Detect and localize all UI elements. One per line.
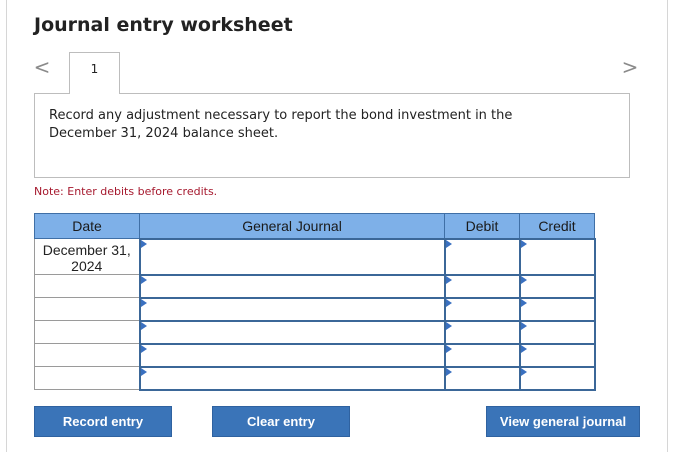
- debit-input[interactable]: [443, 273, 521, 299]
- credit-input[interactable]: [518, 296, 596, 322]
- date-cell[interactable]: December 31, 2024: [34, 238, 140, 275]
- dropdown-arrow-icon: [445, 298, 452, 307]
- dropdown-arrow-icon: [520, 275, 527, 284]
- debit-input[interactable]: [443, 319, 521, 345]
- table-row: [34, 319, 596, 345]
- account-input[interactable]: [138, 296, 446, 322]
- date-text: December 31, 2024: [42, 242, 131, 274]
- dropdown-arrow-icon: [445, 275, 452, 284]
- header-credit: Credit: [519, 213, 595, 239]
- dropdown-arrow-icon: [140, 367, 147, 376]
- date-cell[interactable]: [34, 343, 140, 367]
- table-row: [34, 365, 596, 391]
- header-debit: Debit: [444, 213, 520, 239]
- debit-input[interactable]: [443, 296, 521, 322]
- next-arrow-icon[interactable]: >: [620, 56, 640, 78]
- account-input[interactable]: [138, 319, 446, 345]
- debit-input[interactable]: [443, 342, 521, 368]
- page-title: Journal entry worksheet: [34, 14, 293, 36]
- journal-table: Date General Journal Debit Credit Decemb…: [34, 213, 596, 391]
- dropdown-arrow-icon: [140, 239, 147, 248]
- credit-input[interactable]: [518, 237, 596, 276]
- debit-input[interactable]: [443, 365, 521, 391]
- credit-input[interactable]: [518, 342, 596, 368]
- dropdown-arrow-icon: [445, 344, 452, 353]
- dropdown-arrow-icon: [520, 239, 527, 248]
- dropdown-arrow-icon: [520, 298, 527, 307]
- dropdown-arrow-icon: [140, 321, 147, 330]
- clear-entry-button[interactable]: Clear entry: [212, 406, 350, 437]
- date-cell[interactable]: [34, 274, 140, 298]
- dropdown-arrow-icon: [445, 321, 452, 330]
- date-cell[interactable]: [34, 297, 140, 321]
- date-cell[interactable]: [34, 366, 140, 390]
- dropdown-arrow-icon: [140, 275, 147, 284]
- note-text: Note: Enter debits before credits.: [34, 185, 218, 198]
- header-date: Date: [34, 213, 140, 239]
- dropdown-arrow-icon: [520, 367, 527, 376]
- tab-1[interactable]: 1: [69, 52, 120, 94]
- date-cell[interactable]: [34, 320, 140, 344]
- view-general-journal-button[interactable]: View general journal: [486, 406, 640, 437]
- table-row: December 31, 2024: [34, 237, 596, 276]
- table-row: [34, 342, 596, 368]
- dropdown-arrow-icon: [520, 344, 527, 353]
- credit-input[interactable]: [518, 319, 596, 345]
- dropdown-arrow-icon: [445, 239, 452, 248]
- previous-arrow-icon[interactable]: <: [32, 56, 52, 78]
- record-entry-button[interactable]: Record entry: [34, 406, 172, 437]
- account-input[interactable]: [138, 273, 446, 299]
- table-row: [34, 296, 596, 322]
- dropdown-arrow-icon: [520, 321, 527, 330]
- dropdown-arrow-icon: [140, 298, 147, 307]
- prompt-text: Record any adjustment necessary to repor…: [49, 108, 513, 141]
- dropdown-arrow-icon: [445, 367, 452, 376]
- table-header-row: Date General Journal Debit Credit: [34, 213, 595, 239]
- account-input[interactable]: [138, 342, 446, 368]
- account-input[interactable]: [138, 365, 446, 391]
- account-input[interactable]: [138, 237, 446, 276]
- credit-input[interactable]: [518, 273, 596, 299]
- dropdown-arrow-icon: [140, 344, 147, 353]
- header-general-journal: General Journal: [139, 213, 445, 239]
- credit-input[interactable]: [518, 365, 596, 391]
- prompt-box: Record any adjustment necessary to repor…: [34, 93, 630, 178]
- debit-input[interactable]: [443, 237, 521, 276]
- table-row: [34, 273, 596, 299]
